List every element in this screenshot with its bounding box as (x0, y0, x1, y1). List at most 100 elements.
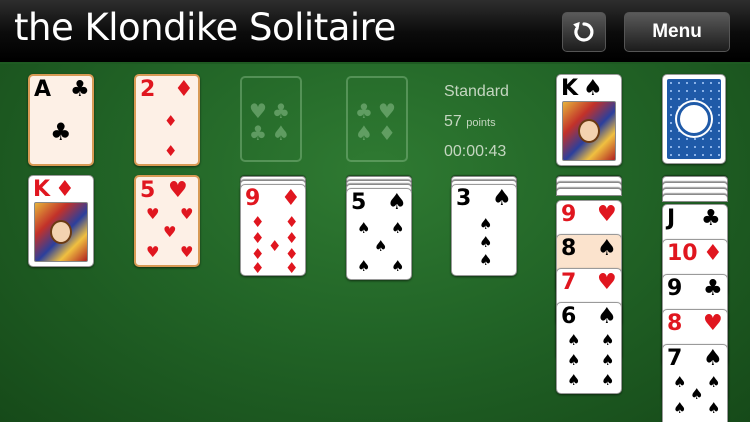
king-head-icon (578, 119, 600, 143)
card-suit: ♦ (281, 186, 301, 211)
card-rank: 8 (561, 236, 577, 261)
card-suit: ♣ (703, 276, 723, 301)
tableau-4-card[interactable]: 5 ♠ ♠ ♠ ♠ ♠ ♠ (346, 188, 412, 280)
hidden-card-edge (662, 194, 728, 202)
undo-icon (573, 21, 594, 42)
undo-button[interactable] (562, 12, 606, 52)
tableau-3-card[interactable]: 9 ♦ ♦ ♦ ♦ ♦ ♦ ♦ ♦ ♦ ♦ (240, 184, 306, 276)
card-suit: ♦ (174, 77, 194, 102)
card-back-medallion (677, 102, 711, 136)
card-pip: ♠ (357, 257, 371, 275)
card-suit: ♦ (55, 177, 75, 202)
card-pip: ♦ (285, 229, 299, 247)
score: 57 points (444, 112, 509, 142)
card-rank: 9 (667, 276, 683, 301)
card-pip: ♠ (567, 371, 581, 389)
card-pip: ♠ (374, 237, 388, 255)
card-pip: ♦ (251, 229, 265, 247)
card-pip: ♥ (146, 205, 160, 223)
stock-pile[interactable] (662, 74, 726, 164)
svg-text:♠: ♠ (355, 121, 373, 142)
svg-text:♣: ♣ (249, 121, 267, 142)
card-pip: ♦ (251, 213, 265, 231)
card-pip: ♠ (690, 385, 704, 403)
foundation-1-card[interactable]: A ♣ ♣ (28, 74, 94, 166)
card-pip: ♠ (479, 233, 493, 251)
card-pip: ♠ (391, 257, 405, 275)
king-face-image (562, 101, 616, 161)
tableau-1-card[interactable]: K ♦ (28, 175, 94, 267)
svg-text:♦: ♦ (378, 121, 396, 142)
card-suit: ♠ (597, 236, 617, 261)
card-suit: ♠ (597, 304, 617, 329)
menu-button[interactable]: Menu (624, 12, 730, 52)
game-mode: Standard (444, 83, 509, 100)
card-pip: ♠ (479, 251, 493, 269)
card-rank: K (561, 76, 579, 101)
king-head-icon (50, 220, 72, 244)
foundation-3-empty-slot[interactable]: ♥ ♣ ♣ ♠ (240, 76, 302, 162)
card-suit: ♠ (583, 76, 603, 101)
card-rank: 7 (561, 270, 577, 295)
card-pip: ♦ (164, 112, 178, 130)
card-pip: ♠ (601, 371, 615, 389)
card-suit: ♠ (703, 346, 723, 371)
card-suit: ♠ (492, 186, 512, 211)
card-pip: ♥ (146, 243, 160, 261)
tableau-5-card[interactable]: 3 ♠ ♠ ♠ ♠ (451, 184, 517, 276)
card-pip: ♦ (285, 259, 299, 276)
card-pip: ♦ (268, 237, 282, 255)
card-rank: A (34, 77, 52, 102)
card-pip: ♠ (673, 399, 687, 417)
card-pip: ♦ (164, 142, 178, 160)
game-stats: Standard 57 points 00:00:43 (444, 82, 509, 172)
score-unit: points (466, 117, 496, 129)
card-pip: ♠ (357, 219, 371, 237)
top-bar: the Klondike Solitaire Menu (0, 0, 750, 62)
card-rank: K (33, 177, 51, 202)
card-rank: 10 (667, 241, 698, 266)
svg-text:♥: ♥ (378, 99, 396, 123)
card-rank: 5 (140, 178, 156, 203)
card-pip: ♥ (163, 223, 177, 241)
tableau-6-card-4[interactable]: 6 ♠ ♠ ♠ ♠ ♠ ♠ ♠ (556, 302, 622, 394)
svg-text:♠: ♠ (272, 121, 290, 142)
card-rank: J (667, 206, 676, 231)
card-rank: 5 (351, 190, 367, 215)
timer: 00:00:43 (444, 143, 507, 160)
card-rank: 7 (667, 346, 683, 371)
card-pip: ♥ (180, 205, 194, 223)
card-rank: 9 (561, 202, 577, 227)
card-suit: ♠ (387, 190, 407, 215)
svg-text:♣: ♣ (272, 99, 290, 123)
card-suit: ♥ (597, 202, 617, 227)
card-pip: ♠ (391, 219, 405, 237)
svg-text:♥: ♥ (249, 99, 267, 123)
score-value: 57 (444, 113, 462, 130)
svg-text:♣: ♣ (355, 99, 373, 123)
hidden-card-edge (556, 188, 622, 196)
card-rank: 9 (245, 186, 261, 211)
suits-placeholder-icon: ♥ ♣ ♣ ♠ (249, 99, 290, 142)
tableau-7-card-5[interactable]: 7 ♠ ♠ ♠ ♠ ♠ ♠ (662, 344, 728, 422)
card-pip: ♠ (601, 331, 615, 349)
card-back-icon (667, 79, 721, 159)
card-pip: ♦ (251, 259, 265, 276)
king-face-image (34, 202, 88, 262)
foundation-2-card[interactable]: 2 ♦ ♦ ♦ (134, 74, 200, 166)
card-pip: ♠ (707, 399, 721, 417)
card-pip: ♠ (567, 351, 581, 369)
card-pip: ♦ (285, 213, 299, 231)
app-title: the Klondike Solitaire (14, 6, 396, 49)
card-suit: ♥ (168, 178, 188, 203)
card-pip: ♠ (673, 373, 687, 391)
card-suit: ♣ (701, 206, 721, 231)
foundation-4-empty-slot[interactable]: ♣ ♥ ♠ ♦ (346, 76, 408, 162)
suits-placeholder-icon: ♣ ♥ ♠ ♦ (355, 99, 396, 142)
tableau-2-card[interactable]: 5 ♥ ♥ ♥ ♥ ♥ ♥ (134, 175, 200, 267)
card-pip: ♥ (180, 243, 194, 261)
card-rank: 8 (667, 311, 683, 336)
card-pip: ♠ (601, 351, 615, 369)
card-suit: ♥ (703, 311, 723, 336)
waste-card[interactable]: K ♠ (556, 74, 622, 166)
